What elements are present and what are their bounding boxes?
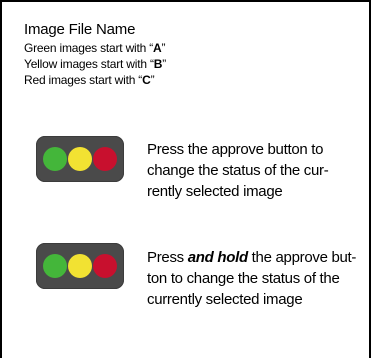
red-letter: C xyxy=(142,73,151,87)
green-rule: Green images start with “A” xyxy=(24,41,166,55)
approve-button-press[interactable] xyxy=(36,136,124,182)
green-letter: A xyxy=(153,41,162,55)
yellow-letter: B xyxy=(153,57,163,71)
yellow-rule: Yellow images start with “B” xyxy=(24,57,167,71)
and-hold-emphasis: and hold xyxy=(187,249,248,266)
press-hold-description: Press and hold the approve but- ton to c… xyxy=(147,249,357,308)
green-lamp-icon xyxy=(43,147,67,171)
red-rule: Red images start with “C” xyxy=(24,73,155,87)
green-lamp-icon xyxy=(43,254,67,278)
yellow-lamp-icon xyxy=(68,254,92,278)
approve-button-press-hold[interactable] xyxy=(36,243,124,289)
help-panel: Image File Name Green images start with … xyxy=(0,0,371,358)
yellow-lamp-icon xyxy=(68,147,92,171)
red-lamp-icon xyxy=(93,147,117,171)
press-description: Press the approve button to change the s… xyxy=(147,141,329,200)
file-name-legend: Image File Name Green images start with … xyxy=(24,20,166,88)
red-lamp-icon xyxy=(93,254,117,278)
legend-title: Image File Name xyxy=(24,21,136,38)
